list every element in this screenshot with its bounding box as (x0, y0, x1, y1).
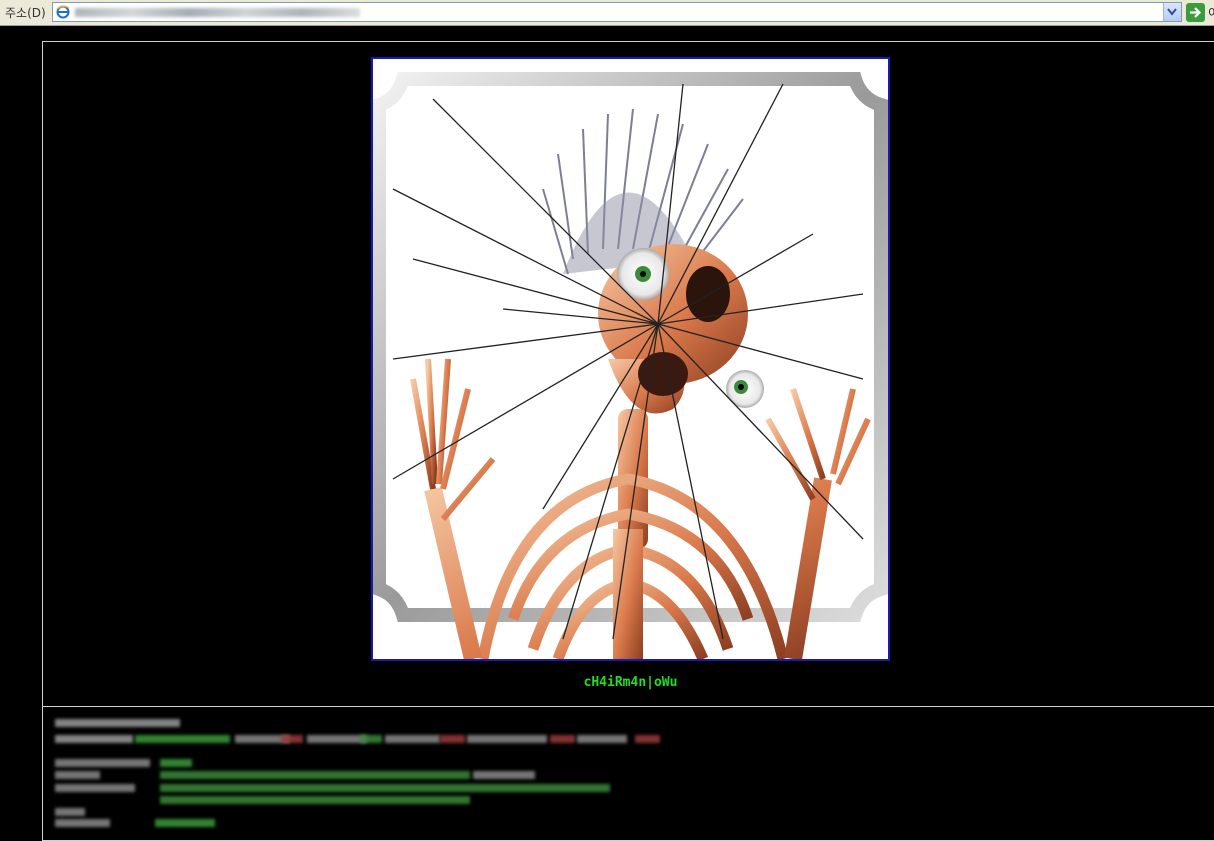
redacted-line (281, 735, 303, 743)
redacted-footer-text (55, 716, 755, 827)
redacted-line (160, 771, 470, 779)
redacted-line (473, 771, 535, 779)
redacted-line (55, 808, 85, 816)
chevron-down-icon (1167, 8, 1177, 16)
redacted-line (155, 819, 215, 827)
redacted-line (635, 735, 660, 743)
redacted-line (55, 819, 110, 827)
image-caption: cH4iRm4n|oWu (583, 675, 678, 690)
redacted-line (307, 735, 367, 743)
address-input[interactable] (52, 2, 1182, 22)
go-button[interactable] (1186, 3, 1205, 22)
redacted-line (55, 771, 100, 779)
skeleton-illustration (373, 72, 888, 659)
redacted-line (360, 735, 382, 743)
redacted-line (55, 759, 150, 767)
redacted-line (55, 719, 180, 727)
address-dropdown-button[interactable] (1163, 3, 1181, 21)
address-bar: 주소(D) 이 (0, 0, 1214, 26)
redacted-line (385, 735, 440, 743)
address-url-redacted (75, 8, 360, 17)
address-label: 주소(D) (5, 6, 46, 20)
section-divider (43, 706, 1214, 707)
redacted-line (160, 759, 192, 767)
redacted-line (135, 735, 230, 743)
skeleton-mirror-image (371, 57, 890, 661)
redacted-line (55, 784, 135, 792)
redacted-line (440, 735, 465, 743)
redacted-line (160, 796, 470, 804)
ie-page-icon (56, 5, 70, 19)
redacted-line (160, 784, 610, 792)
redacted-line (550, 735, 575, 743)
redacted-line (467, 735, 547, 743)
go-label: 이 (1208, 6, 1214, 20)
arrow-right-icon (1190, 7, 1202, 18)
redacted-line (577, 735, 627, 743)
redacted-line (55, 735, 133, 743)
